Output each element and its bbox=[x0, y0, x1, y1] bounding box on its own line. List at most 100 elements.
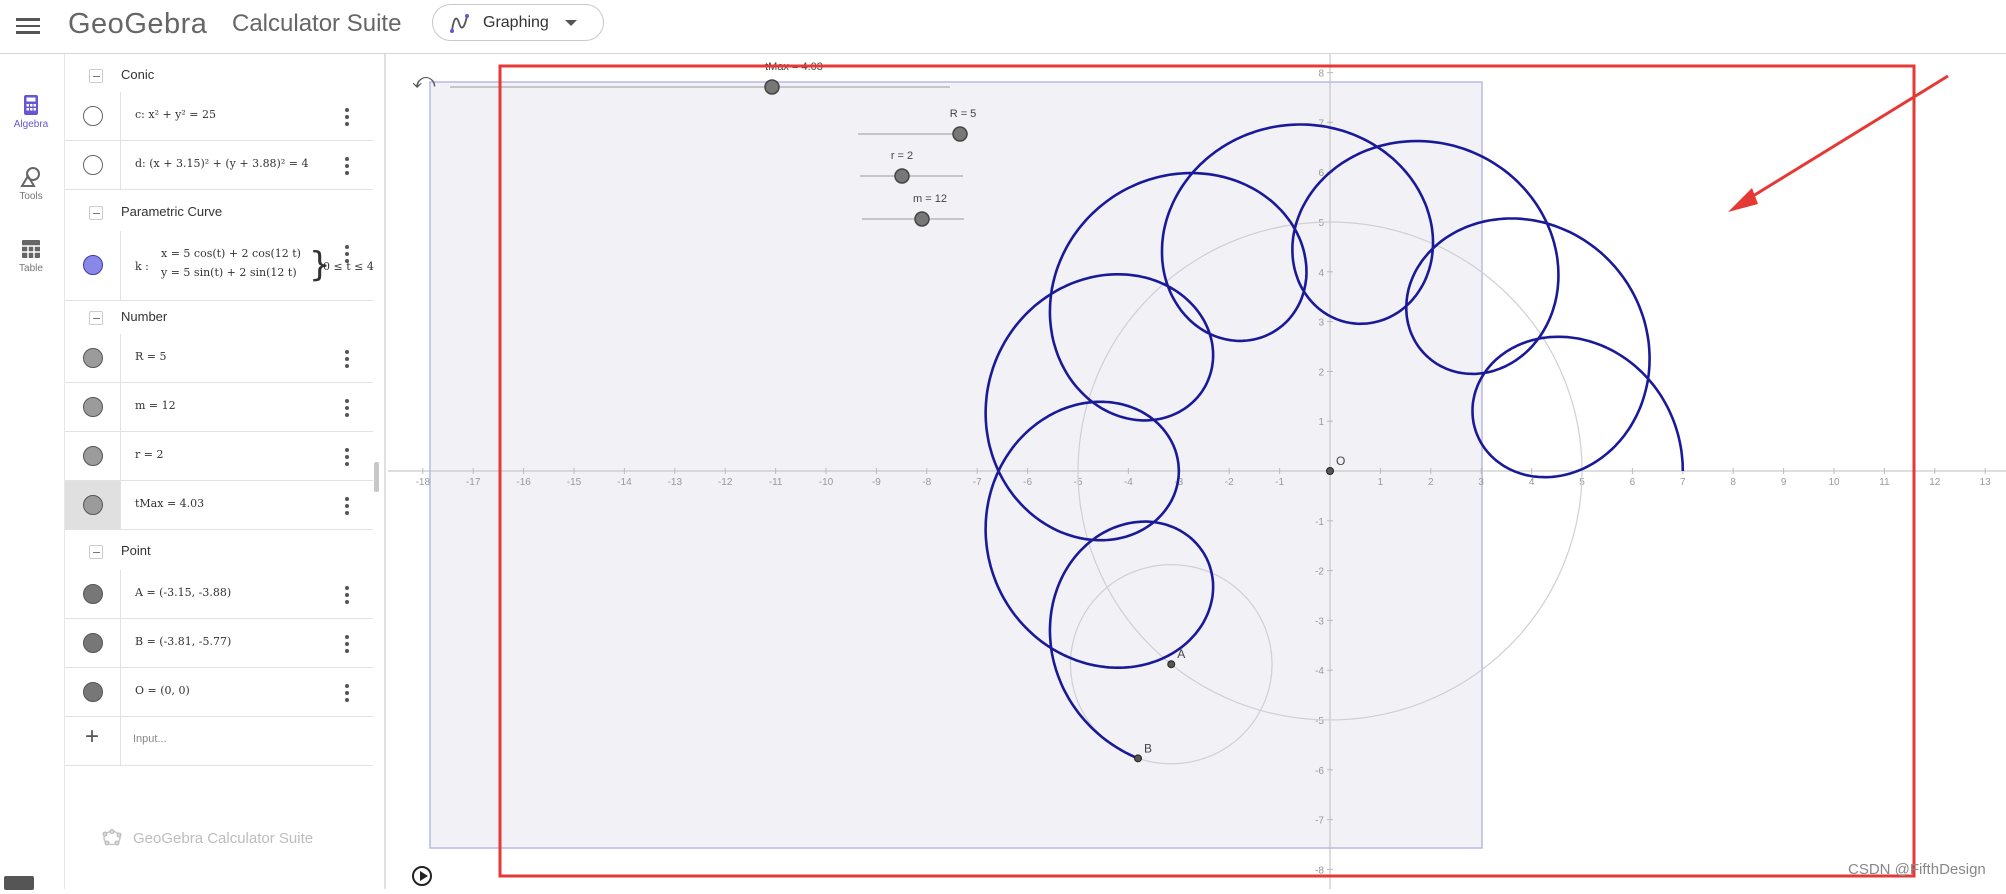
rail-label-tools: Tools bbox=[19, 191, 43, 202]
collapse-icon[interactable] bbox=[89, 311, 103, 325]
point-label: O bbox=[1336, 454, 1345, 468]
rail-label-algebra: Algebra bbox=[13, 119, 49, 130]
visibility-toggle[interactable] bbox=[83, 495, 103, 515]
section-header-parametric[interactable]: Parametric Curve bbox=[65, 197, 375, 227]
y-tick-label: -7 bbox=[1315, 816, 1324, 827]
algebra-expression[interactable]: d: (x + 3.15)² + (y + 3.88)² = 4 bbox=[135, 157, 308, 170]
section-header-conic[interactable]: Conic bbox=[65, 60, 375, 90]
x-tick-label: 8 bbox=[1730, 477, 1736, 488]
more-options-icon[interactable] bbox=[345, 633, 351, 653]
collapse-icon[interactable] bbox=[89, 545, 103, 559]
x-tick-label: -4 bbox=[1124, 477, 1133, 488]
algebra-scrollbar[interactable] bbox=[374, 462, 379, 492]
curve-x-definition[interactable]: x = 5 cos(t) + 2 cos(12 t) bbox=[161, 247, 301, 260]
visibility-toggle[interactable] bbox=[83, 255, 103, 275]
algebra-row-number-tMax[interactable]: tMax = 4.03 bbox=[65, 481, 373, 530]
y-tick-label: 2 bbox=[1318, 367, 1324, 378]
rail-item-tools[interactable]: Tools bbox=[0, 166, 62, 202]
y-tick-label: 8 bbox=[1318, 69, 1324, 80]
visibility-toggle[interactable] bbox=[83, 348, 103, 368]
visibility-toggle[interactable] bbox=[83, 682, 103, 702]
section-header-point[interactable]: Point bbox=[65, 536, 375, 566]
more-options-icon[interactable] bbox=[345, 495, 351, 515]
more-options-icon[interactable] bbox=[345, 348, 351, 368]
graphing-app-icon bbox=[450, 13, 469, 33]
algebra-row-number-R[interactable]: R = 5 bbox=[65, 334, 373, 383]
y-tick-label: 1 bbox=[1318, 417, 1324, 428]
algebra-row-number-r[interactable]: r = 2 bbox=[65, 432, 373, 481]
x-tick-label: -1 bbox=[1275, 477, 1284, 488]
visibility-toggle[interactable] bbox=[83, 584, 103, 604]
algebra-input-row[interactable]: + Input... bbox=[65, 717, 373, 766]
play-animation-icon[interactable] bbox=[412, 866, 432, 886]
x-tick-label: 1 bbox=[1378, 477, 1384, 488]
point-A bbox=[1167, 660, 1176, 669]
slider-handle bbox=[914, 211, 930, 227]
slider-label: m = 12 bbox=[913, 193, 947, 205]
slider-handle bbox=[894, 168, 910, 184]
y-tick-label: -4 bbox=[1315, 666, 1324, 677]
x-tick-label: 2 bbox=[1428, 477, 1434, 488]
more-options-icon[interactable] bbox=[345, 397, 351, 417]
keyboard-icon[interactable] bbox=[4, 876, 34, 890]
more-options-icon[interactable] bbox=[345, 446, 351, 466]
more-options-icon[interactable] bbox=[345, 155, 351, 175]
algebra-expression[interactable]: B = (-3.81, -5.77) bbox=[135, 635, 231, 648]
rail-item-table[interactable]: Table bbox=[0, 238, 62, 274]
graph-canvas[interactable]: -18 -17 -16 -15 -14 -13 -12 -11 -10 -9 -8 -7 -6 -5 -4-… bbox=[388, 54, 2006, 889]
section-title: Point bbox=[121, 543, 151, 558]
x-tick-label: 3 bbox=[1478, 477, 1484, 488]
algebra-row-conic-d[interactable]: d: (x + 3.15)² + (y + 3.88)² = 4 bbox=[65, 141, 373, 190]
more-options-icon[interactable] bbox=[345, 682, 351, 702]
algebra-row-conic-c[interactable]: c: x² + y² = 25 bbox=[65, 92, 373, 141]
graphics-view[interactable]: -18 -17 -16 -15 -14 -13 -12 -11 -10 -9 -8 -7 -6 -5 -4-… bbox=[388, 54, 2006, 889]
visibility-toggle[interactable] bbox=[83, 633, 103, 653]
y-tick-label: 7 bbox=[1318, 118, 1324, 129]
algebra-expression[interactable]: tMax = 4.03 bbox=[135, 497, 204, 510]
footer-branding: GeoGebra Calculator Suite bbox=[101, 828, 313, 848]
y-tick-label: 3 bbox=[1318, 318, 1324, 329]
y-tick-label: -1 bbox=[1315, 517, 1324, 528]
point-B bbox=[1133, 754, 1142, 763]
more-options-icon[interactable] bbox=[345, 106, 351, 126]
calculator-icon bbox=[24, 95, 38, 115]
algebra-expression[interactable]: c: x² + y² = 25 bbox=[135, 108, 216, 121]
visibility-toggle[interactable] bbox=[83, 106, 103, 126]
geogebra-logo: GeoGebra bbox=[68, 8, 208, 40]
plus-icon[interactable]: + bbox=[85, 723, 99, 751]
collapse-icon[interactable] bbox=[89, 69, 103, 83]
table-icon bbox=[22, 240, 40, 258]
visibility-toggle[interactable] bbox=[83, 397, 103, 417]
more-options-icon[interactable] bbox=[345, 584, 351, 604]
hamburger-menu-icon[interactable] bbox=[16, 14, 40, 34]
x-tick-label: 11 bbox=[1879, 477, 1890, 488]
x-tick-label: -8 bbox=[922, 477, 931, 488]
algebra-expression[interactable]: A = (-3.15, -3.88) bbox=[135, 586, 231, 599]
visibility-toggle[interactable] bbox=[83, 446, 103, 466]
section-header-number[interactable]: Number bbox=[65, 302, 375, 332]
x-tick-label: 10 bbox=[1828, 477, 1840, 488]
x-tick-label: -9 bbox=[872, 477, 881, 488]
x-tick-label: 9 bbox=[1781, 477, 1787, 488]
algebra-row-parametric-k[interactable]: k : x = 5 cos(t) + 2 cos(12 t) y = 5 sin… bbox=[65, 231, 374, 301]
algebra-expression[interactable]: m = 12 bbox=[135, 399, 176, 412]
algebra-row-number-m[interactable]: m = 12 bbox=[65, 383, 373, 432]
algebra-row-point-A[interactable]: A = (-3.15, -3.88) bbox=[65, 570, 373, 619]
algebra-expression[interactable]: R = 5 bbox=[135, 350, 167, 363]
algebra-expression[interactable]: r = 2 bbox=[135, 448, 163, 461]
view-rail: Algebra Tools Table bbox=[0, 54, 62, 889]
algebra-expression[interactable]: O = (0, 0) bbox=[135, 684, 190, 697]
app-picker-button[interactable]: Graphing bbox=[432, 4, 604, 41]
visibility-toggle[interactable] bbox=[83, 155, 103, 175]
collapse-icon[interactable] bbox=[89, 206, 103, 220]
y-tick-label: -6 bbox=[1315, 766, 1324, 777]
curve-y-definition[interactable]: y = 5 sin(t) + 2 sin(12 t) bbox=[161, 266, 297, 279]
algebra-row-point-O[interactable]: O = (0, 0) bbox=[65, 668, 373, 717]
more-options-icon[interactable] bbox=[345, 243, 351, 263]
undo-icon[interactable]: ⤺ bbox=[412, 68, 436, 94]
rail-label-table: Table bbox=[19, 263, 43, 274]
algebra-row-point-B[interactable]: B = (-3.81, -5.77) bbox=[65, 619, 373, 668]
x-tick-label: -12 bbox=[718, 477, 733, 488]
algebra-input-field[interactable]: Input... bbox=[133, 733, 167, 745]
rail-item-algebra[interactable]: Algebra bbox=[0, 94, 62, 130]
